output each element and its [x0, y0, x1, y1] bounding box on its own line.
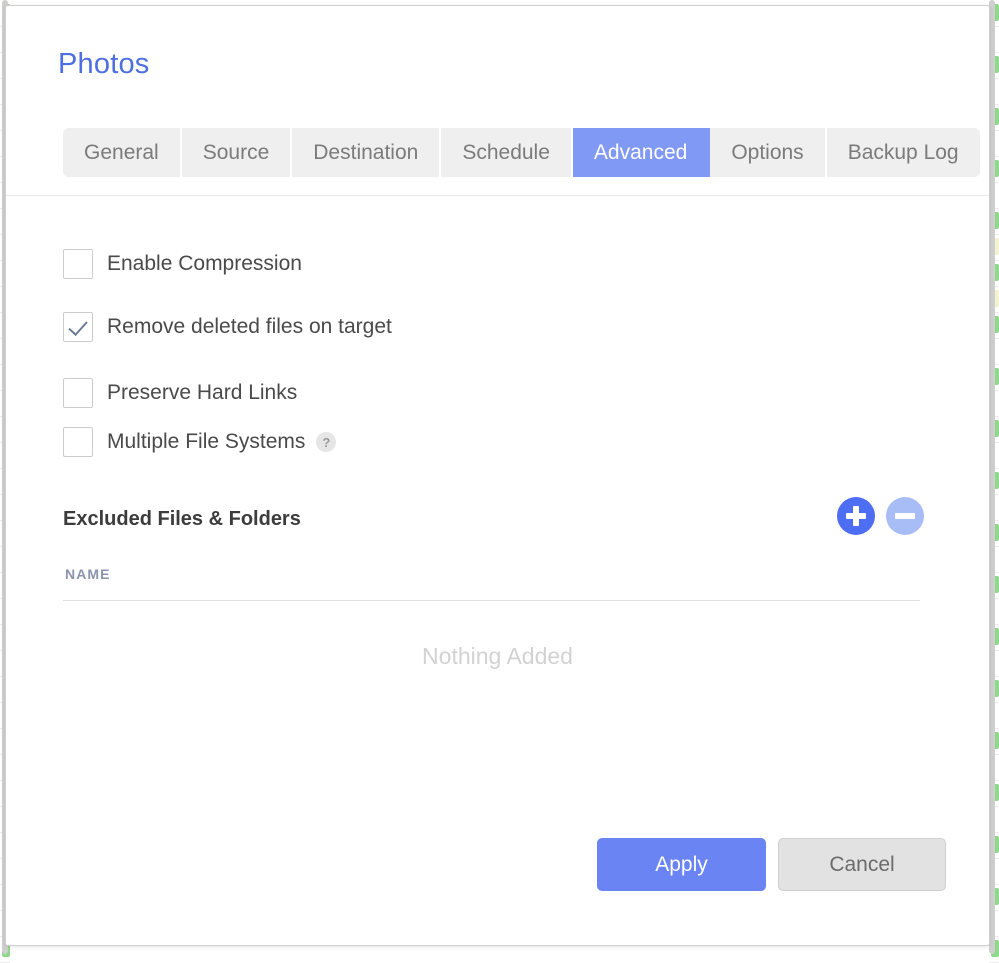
- option-row-preserve-hard-links[interactable]: Preserve Hard Links: [63, 378, 297, 408]
- option-label: Preserve Hard Links: [107, 381, 297, 405]
- remove-exclusion-button[interactable]: [886, 497, 924, 535]
- checkbox-enable-compression[interactable]: [63, 249, 93, 279]
- help-icon[interactable]: ?: [316, 432, 336, 452]
- page-title: Photos: [58, 48, 150, 81]
- option-row-enable-compression[interactable]: Enable Compression: [63, 249, 302, 279]
- tab-schedule[interactable]: Schedule: [441, 128, 573, 177]
- apply-button[interactable]: Apply: [597, 838, 766, 891]
- plus-icon-vertical: [853, 506, 859, 526]
- excluded-list-divider: [63, 600, 920, 601]
- tab-destination[interactable]: Destination: [292, 128, 441, 177]
- excluded-column-header-name: NAME: [65, 566, 111, 582]
- option-label: Remove deleted files on target: [107, 315, 392, 339]
- checkbox-remove-deleted-files-on-target[interactable]: [63, 312, 93, 342]
- excluded-empty-message: Nothing Added: [6, 643, 989, 670]
- excluded-section-title: Excluded Files & Folders: [63, 508, 301, 531]
- tab-options[interactable]: Options: [710, 128, 826, 177]
- minus-icon: [895, 513, 915, 519]
- excluded-actions: [837, 497, 924, 535]
- add-exclusion-button[interactable]: [837, 497, 875, 535]
- tab-backup-log[interactable]: Backup Log: [827, 128, 980, 177]
- backup-settings-dialog: Photos GeneralSourceDestinationScheduleA…: [5, 5, 990, 946]
- checkbox-multiple-file-systems[interactable]: [63, 427, 93, 457]
- dialog-body: Enable Compression Remove deleted files o…: [6, 196, 989, 946]
- settings-tab-bar: GeneralSourceDestinationScheduleAdvanced…: [63, 128, 980, 177]
- checkbox-preserve-hard-links[interactable]: [63, 378, 93, 408]
- cancel-button[interactable]: Cancel: [778, 838, 946, 891]
- option-row-remove-deleted-files-on-target[interactable]: Remove deleted files on target: [63, 312, 392, 342]
- option-row-multiple-file-systems[interactable]: Multiple File Systems?: [63, 427, 336, 457]
- tab-source[interactable]: Source: [182, 128, 293, 177]
- dialog-header: Photos GeneralSourceDestinationScheduleA…: [6, 6, 989, 196]
- option-label: Multiple File Systems: [107, 430, 305, 454]
- option-label: Enable Compression: [107, 252, 302, 276]
- tab-advanced[interactable]: Advanced: [573, 128, 710, 177]
- tab-general[interactable]: General: [63, 128, 182, 177]
- background-list-right-sliver: [989, 0, 999, 954]
